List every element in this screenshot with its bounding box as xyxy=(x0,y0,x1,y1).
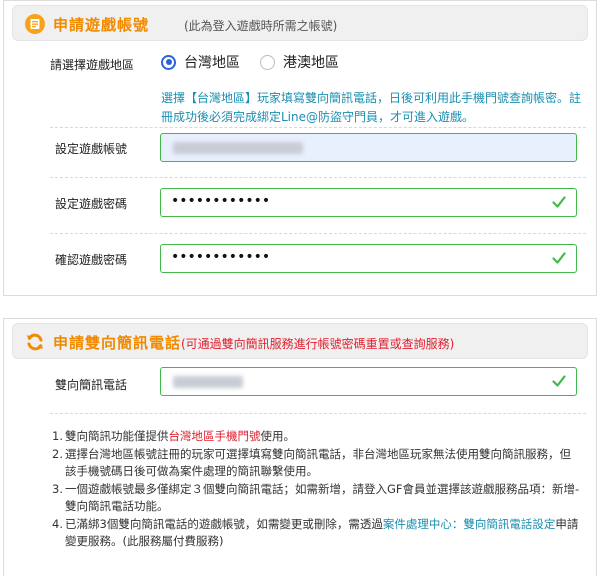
document-list-icon xyxy=(25,14,45,34)
confirm-password-label: 確認遊戲密碼 xyxy=(55,253,128,267)
list-item-number: 3. xyxy=(52,481,63,496)
radio-hongkong-macau-indicator[interactable] xyxy=(260,54,275,70)
list-item: 2. 選擇台灣地區帳號註冊的玩家可選擇填寫雙向簡訊電話，非台灣地區玩家無法使用雙… xyxy=(52,446,582,481)
divider xyxy=(50,233,586,234)
divider xyxy=(50,127,586,128)
list-item-number: 2. xyxy=(52,446,63,461)
list-item-text: 雙向簡訊功能僅提供 xyxy=(65,429,169,443)
account-value-redacted xyxy=(173,142,303,154)
list-item: 3. 一個遊戲帳號最多僅綁定３個雙向簡訊電話；如需新增，請登入GF會員並選擇該遊… xyxy=(52,481,582,516)
divider xyxy=(50,413,586,414)
radio-hongkong-macau[interactable]: 港澳地區 xyxy=(260,52,339,72)
password-label: 設定遊戲密碼 xyxy=(55,197,128,211)
sms-phone-label: 雙向簡訊電話 xyxy=(55,378,128,392)
account-label: 設定遊戲帳號 xyxy=(55,142,128,156)
list-item-text: 已滿綁3個雙向簡訊電話的遊戲帳號，如需變更或刪除，需透過 xyxy=(65,516,383,531)
radio-hongkong-macau-label: 港澳地區 xyxy=(283,55,339,71)
check-icon xyxy=(552,252,566,264)
radio-taiwan-indicator[interactable] xyxy=(161,54,176,70)
check-icon xyxy=(552,375,566,387)
check-icon xyxy=(552,196,566,208)
password-value: •••••••••••• xyxy=(171,193,271,209)
sms-phone-input[interactable] xyxy=(160,367,577,396)
sms-section-note: (可通過雙向簡訊服務進行帳號密碼重置或查詢服務) xyxy=(181,337,455,351)
divider xyxy=(50,177,586,178)
list-item-number: 1. xyxy=(52,429,63,443)
sms-header: 申請雙向簡訊電話 (可通過雙向簡訊服務進行帳號密碼重置或查詢服務) xyxy=(12,323,588,359)
region-label: 請選擇遊戲地區 xyxy=(50,58,135,72)
sms-section-title: 申請雙向簡訊電話 xyxy=(53,334,182,352)
password-input[interactable]: •••••••••••• xyxy=(160,188,577,217)
sms-phone-value-redacted xyxy=(173,376,243,388)
list-item-text: 選擇台灣地區帳號註冊的玩家可選擇填寫雙向簡訊電話，非台灣地區玩家無法使用雙向簡訊… xyxy=(65,446,571,479)
account-section-note: (此為登入遊戲時所需之帳號) xyxy=(184,19,338,33)
confirm-password-input[interactable]: •••••••••••• xyxy=(160,244,577,273)
taiwan-mobile-highlight: 台灣地區手機門號 xyxy=(168,429,261,443)
radio-taiwan-label: 台灣地區 xyxy=(184,55,240,71)
list-item-number: 4. xyxy=(52,516,63,531)
account-panel: 申請遊戲帳號 (此為登入遊戲時所需之帳號) 請選擇遊戲地區 台灣地區 港澳地區 … xyxy=(3,0,597,296)
account-header: 申請遊戲帳號 (此為登入遊戲時所需之帳號) xyxy=(12,5,588,41)
radio-taiwan[interactable]: 台灣地區 xyxy=(161,52,240,72)
case-center-sms-settings-link[interactable]: 案件處理中心：雙向簡訊電話設定 xyxy=(383,517,556,531)
sms-notes-list: 1. 雙向簡訊功能僅提供台灣地區手機門號使用。 2. 選擇台灣地區帳號註冊的玩家… xyxy=(52,428,582,551)
list-item: 1. 雙向簡訊功能僅提供台灣地區手機門號使用。 xyxy=(52,428,582,446)
confirm-password-value: •••••••••••• xyxy=(171,249,271,265)
list-item: 4. 已滿綁3個雙向簡訊電話的遊戲帳號，如需變更或刪除，需透過案件處理中心：雙向… xyxy=(52,516,582,551)
account-input[interactable] xyxy=(160,133,577,162)
account-section-title: 申請遊戲帳號 xyxy=(53,16,150,34)
list-item-text: 使用。 xyxy=(260,429,296,443)
refresh-arrows-icon xyxy=(26,333,44,351)
list-item-text: 一個遊戲帳號最多僅綁定３個雙向簡訊電話；如需新增，請登入GF會員並選擇該遊戲服務… xyxy=(65,481,580,514)
region-hint: 選擇【台灣地區】玩家填寫雙向簡訊電話，日後可利用此手機門號查詢帳密。註冊成功後必… xyxy=(161,91,582,124)
